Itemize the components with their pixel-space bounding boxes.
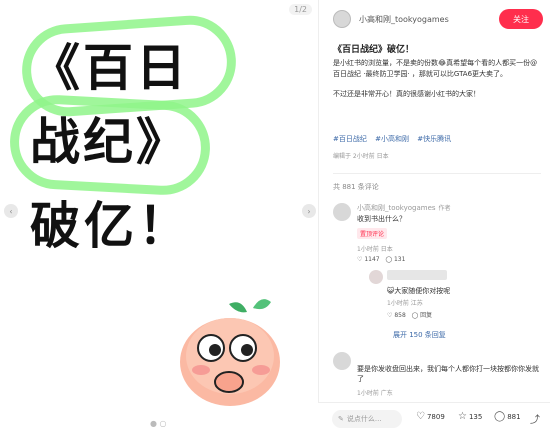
post-body: 是小红书的浏览量，不是卖的份数😂真希望每个看的人都买一份@百日战纪 ·最终防卫学… xyxy=(333,58,541,109)
comment-stat[interactable]: ◯ 881 xyxy=(494,411,521,422)
like-stat[interactable]: ♡ 7809 xyxy=(416,411,445,422)
like-count: 1147 xyxy=(364,256,380,263)
comment-icon[interactable]: ◯ xyxy=(412,312,419,319)
heart-icon[interactable]: ♡ xyxy=(387,312,392,319)
reply-author[interactable]: 用户 xyxy=(387,270,447,280)
poster-line-3: 破亿！ xyxy=(30,197,192,255)
share-button[interactable]: ⤴ xyxy=(530,411,542,426)
comment-icon[interactable]: ◯ xyxy=(385,256,392,263)
next-image-button[interactable]: › xyxy=(302,204,316,218)
post-paragraph: 不过还是非常开心！真的很感谢小红书的大家！ xyxy=(333,90,480,98)
divider xyxy=(333,173,541,174)
favorite-stat[interactable]: ☆ 135 xyxy=(458,411,482,422)
follow-button[interactable]: 关注 xyxy=(499,9,543,29)
like-total: 7809 xyxy=(426,412,445,421)
post-title: 《百日战纪》破亿！ xyxy=(333,45,415,55)
favorite-total: 135 xyxy=(468,412,483,421)
avatar[interactable] xyxy=(333,203,351,221)
pencil-icon: ✎ xyxy=(338,415,344,423)
post-meta: 编辑于 2小时前 日本 xyxy=(333,153,389,160)
reply-text: 😺大家随便你对按呢 xyxy=(387,287,451,295)
expand-replies-link[interactable]: 展开 150 条回复 xyxy=(393,330,446,340)
share-icon: ⤴ xyxy=(530,415,540,426)
author-row: 小高和刚_tookyogames 关注 xyxy=(333,8,543,30)
image-counter: 1/2 xyxy=(289,4,312,15)
tag-link[interactable]: #小高和刚 xyxy=(375,135,409,143)
avatar[interactable] xyxy=(333,352,351,370)
input-placeholder: 说点什么... xyxy=(346,415,382,423)
star-icon: ☆ xyxy=(458,411,467,422)
comment: 要是你发收盘回出来，我们每个人都你打一块按都你你发就了 1小时前 广东 xyxy=(333,352,543,397)
comment-icon: ◯ xyxy=(494,411,506,422)
carousel-dots: ● ○ xyxy=(150,419,167,428)
comment-text: 要是你发收盘回出来，我们每个人都你打一块按都你你发就了 xyxy=(357,365,539,383)
poster-line-2: 战纪》 xyxy=(30,113,189,171)
comment-author[interactable]: 小高和刚_tookyogames xyxy=(357,204,436,212)
heart-icon[interactable]: ♡ xyxy=(357,256,362,263)
author-name[interactable]: 小高和刚_tookyogames xyxy=(359,14,499,25)
like-count: 858 xyxy=(394,312,406,319)
comment-actions: ♡ 1147 ◯ 131 xyxy=(357,256,405,263)
comment-count: 共 881 条评论 xyxy=(333,183,379,191)
tag-link[interactable]: #快乐腾讯 xyxy=(417,135,451,143)
comment-meta: 1小时前 广东 xyxy=(357,390,393,397)
post-tags: #百日战纪 #小高和刚 #快乐腾讯 xyxy=(333,134,457,144)
reply-comment: 用户 😺大家随便你对按呢 1小时前 江苏 ♡ 858 ◯ 回复 xyxy=(369,270,539,330)
post-panel: 小高和刚_tookyogames 关注 《百日战纪》破亿！ 是小红书的浏览量，不… xyxy=(318,0,550,433)
bottom-action-bar: ✎ 说点什么... ♡ 7809 ☆ 135 ◯ 881 ⤴ xyxy=(318,402,550,434)
avatar[interactable] xyxy=(333,10,351,28)
pinned-badge: 置顶评论 xyxy=(357,228,388,239)
tag-link[interactable]: #百日战纪 xyxy=(333,135,367,143)
avatar[interactable] xyxy=(369,270,383,284)
reply-meta: 1小时前 江苏 xyxy=(387,300,423,307)
image-viewer[interactable]: 1/2 《百日 战纪》 破亿！ ‹ › ● ○ xyxy=(0,0,318,433)
heart-icon: ♡ xyxy=(416,411,425,422)
reply-actions: ♡ 858 ◯ 回复 xyxy=(387,310,432,319)
comment-total: 881 xyxy=(507,412,521,421)
reply-count: 131 xyxy=(393,256,406,263)
comment-text: 收到书出什么？ xyxy=(357,215,406,223)
peach-sticker xyxy=(180,299,280,406)
author-badge: 作者 xyxy=(438,205,451,212)
comment-meta: 1小时前 日本 xyxy=(357,246,393,253)
poster-line-1: 《百日 xyxy=(30,39,189,97)
comment-input[interactable]: ✎ 说点什么... xyxy=(332,410,402,428)
post-paragraph: 是小红书的浏览量，不是卖的份数😂真希望每个看的人都买一份@百日战纪 ·最终防卫学… xyxy=(333,59,538,78)
reply-label[interactable]: 回复 xyxy=(420,312,432,319)
prev-image-button[interactable]: ‹ xyxy=(4,204,18,218)
